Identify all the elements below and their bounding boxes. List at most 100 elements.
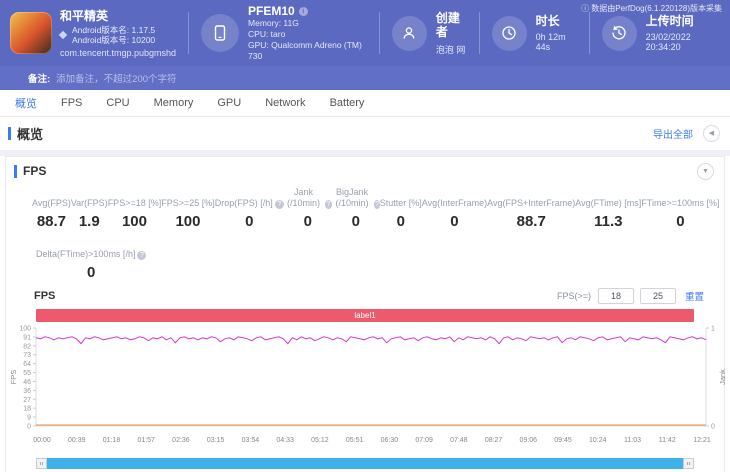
metric-value: 1.9: [79, 213, 100, 230]
metric-Stutter [%]: Stutter [%] 0: [380, 187, 422, 230]
remark-label: 备注:: [28, 71, 50, 85]
fps-line-chart[interactable]: 1009182736455463627189010FPSJank00:0000:…: [6, 322, 730, 452]
collapse-left-button[interactable]: ◀: [703, 125, 720, 142]
perfdog-version-note: ⓘ 数据由PerfDog(6.1.220128)版本采集: [581, 3, 722, 14]
chart-scrollbar[interactable]: [36, 458, 694, 469]
metric-value: 100: [175, 213, 200, 230]
metric-value: 0: [397, 213, 405, 230]
svg-text:09:45: 09:45: [554, 437, 572, 444]
svg-text:01:18: 01:18: [103, 437, 121, 444]
metric-label: Drop(FPS) [/h]?: [215, 187, 284, 209]
info-icon[interactable]: ?: [137, 251, 146, 260]
remark-bar[interactable]: 备注: 添加备注，不超过200个字符: [0, 66, 730, 90]
svg-text:11:03: 11:03: [624, 437, 641, 444]
metric-label: Jank (/10min)?: [284, 187, 332, 209]
collapse-down-button[interactable]: ▼: [697, 163, 714, 180]
tab-GPU[interactable]: GPU: [217, 97, 241, 109]
tab-CPU[interactable]: CPU: [106, 97, 129, 109]
metric-value: 0: [450, 213, 458, 230]
metric-Delta(FTime)>100ms [/h]: Delta(FTime)>100ms [/h]?0: [36, 238, 146, 281]
svg-text:18: 18: [23, 406, 31, 413]
metric-BigJank (/10min): BigJank (/10min)? 0: [332, 187, 380, 230]
creator-value: 泡泡 网: [436, 43, 467, 56]
tab-Memory[interactable]: Memory: [154, 97, 194, 109]
remark-placeholder: 添加备注，不超过200个字符: [56, 71, 176, 85]
app-info-group: 和平精英 Android版本名: 1.17.5 Android版本号: 1020…: [10, 0, 176, 66]
fps-panel: FPS ▼ Avg(FPS)88.7Var(FPS)1.9FPS>=18 [%]…: [5, 156, 725, 472]
metric-value: 100: [122, 213, 147, 230]
svg-text:06:30: 06:30: [381, 437, 399, 444]
device-info-icon[interactable]: i: [299, 7, 308, 16]
metric-Drop(FPS) [/h]: Drop(FPS) [/h]? 0: [215, 187, 284, 230]
divider: [589, 12, 590, 54]
history-clock-icon: [602, 16, 637, 51]
upload-time-label: 上传时间: [646, 14, 720, 28]
metric-label: FPS>=25 [%]: [161, 187, 215, 209]
fps-panel-title: FPS: [23, 164, 46, 178]
svg-text:05:51: 05:51: [346, 437, 364, 444]
fps-threshold-label: FPS(>=): [557, 291, 591, 301]
metric-label: Stutter [%]: [380, 187, 422, 209]
app-version-name: Android版本名: 1.17.5: [72, 25, 155, 35]
metric-label: Avg(FPS+InterFrame): [487, 187, 575, 209]
metric-value: 0: [245, 213, 253, 230]
scrollbar-right-handle[interactable]: [683, 458, 694, 469]
export-all-link[interactable]: 导出全部: [653, 126, 693, 141]
metric-label: FPS>=18 [%]: [108, 187, 162, 209]
svg-text:05:12: 05:12: [311, 437, 329, 444]
tab-概览[interactable]: 概览: [15, 95, 37, 111]
metric-FTime>=100ms [%]: FTime>=100ms [%] 0: [641, 187, 719, 230]
fps-chart-title: FPS: [34, 290, 55, 302]
app-version-code: Android版本号: 10200: [72, 35, 155, 45]
svg-text:27: 27: [23, 397, 31, 404]
duration-value: 0h 12m 44s: [536, 32, 577, 52]
scrollbar-track[interactable]: [47, 458, 683, 469]
device-cpu: CPU: taro: [248, 29, 367, 40]
fps-panel-header: FPS ▼: [6, 157, 724, 185]
svg-text:Jank: Jank: [718, 369, 727, 385]
metric-value: 88.7: [517, 213, 546, 230]
section-accent-bar: [8, 127, 11, 140]
svg-text:82: 82: [23, 343, 31, 350]
metric-label: BigJank (/10min)?: [332, 187, 380, 209]
diamond-icon: [59, 30, 67, 38]
metric-value: 0: [352, 213, 360, 230]
clock-icon: [492, 16, 527, 51]
svg-text:FPS: FPS: [9, 370, 18, 385]
svg-text:07:09: 07:09: [415, 437, 433, 444]
scrollbar-left-handle[interactable]: [36, 458, 47, 469]
tab-Battery[interactable]: Battery: [330, 97, 365, 109]
svg-text:00:39: 00:39: [68, 437, 86, 444]
metric-label: Delta(FTime)>100ms [/h]?: [36, 238, 146, 260]
svg-text:0: 0: [711, 424, 715, 431]
fps-chart-toolbar: FPS FPS(>=) 重置: [6, 285, 724, 307]
duration-label: 时长: [536, 14, 577, 28]
metric-value: 0: [676, 213, 684, 230]
svg-text:73: 73: [23, 352, 31, 359]
info-icon[interactable]: ?: [275, 200, 284, 209]
divider: [379, 12, 380, 54]
svg-text:11:42: 11:42: [659, 437, 676, 444]
device-memory: Memory: 11G: [248, 18, 367, 29]
fps-threshold-input-2[interactable]: [640, 288, 676, 304]
fps-threshold-input-1[interactable]: [598, 288, 634, 304]
svg-text:91: 91: [23, 334, 31, 341]
reset-button[interactable]: 重置: [685, 289, 704, 303]
metric-Avg(InterFrame): Avg(InterFrame)0: [422, 187, 487, 230]
metric-label: FTime>=100ms [%]: [641, 187, 719, 209]
metric-FPS>=18 [%]: FPS>=18 [%] 100: [108, 187, 162, 230]
svg-text:00:00: 00:00: [33, 437, 51, 444]
svg-text:55: 55: [23, 370, 31, 377]
divider: [479, 12, 480, 54]
svg-text:04:33: 04:33: [276, 437, 294, 444]
svg-text:03:15: 03:15: [207, 437, 225, 444]
svg-text:07:48: 07:48: [450, 437, 468, 444]
tab-FPS[interactable]: FPS: [61, 97, 82, 109]
svg-text:12:21: 12:21: [693, 437, 711, 444]
game-app-icon: [10, 12, 52, 54]
tab-Network[interactable]: Network: [265, 97, 305, 109]
metric-value: 0: [304, 213, 312, 230]
app-name: 和平精英: [60, 9, 176, 23]
metric-Avg(FPS+InterFrame): Avg(FPS+InterFrame) 88.7: [487, 187, 575, 230]
overview-title: 概览: [17, 124, 43, 143]
